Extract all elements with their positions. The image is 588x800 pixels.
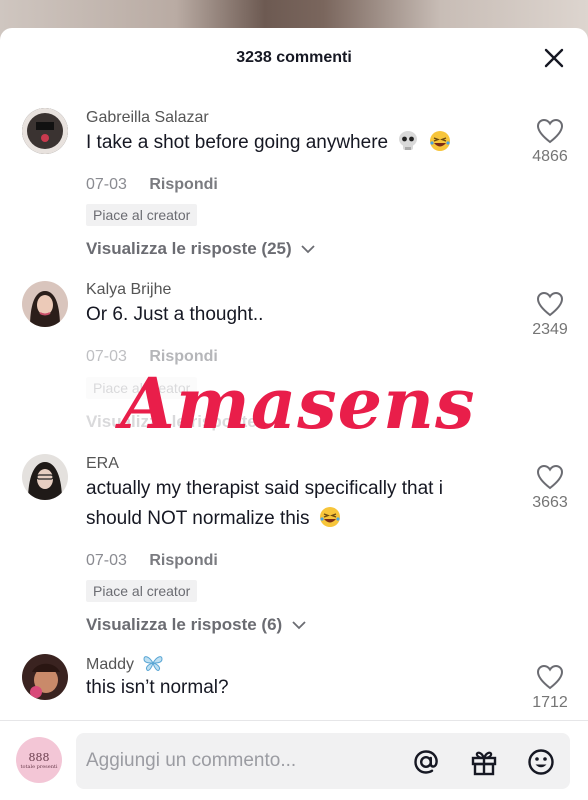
like-count: 1712 <box>532 694 568 711</box>
user-avatar[interactable]: 888 totale presenti <box>16 737 62 783</box>
view-replies-button[interactable]: Visualizza le risposte <box>86 412 257 432</box>
close-icon[interactable] <box>542 46 566 70</box>
comment-username[interactable]: Maddy <box>86 654 164 674</box>
gift-icon[interactable] <box>469 747 499 777</box>
comments-sheet: 3238 commenti Gabreilla Salazar I take a… <box>0 28 588 800</box>
chevron-down-icon <box>301 245 316 254</box>
comments-list: Gabreilla Salazar I take a shot before g… <box>0 88 588 718</box>
creator-liked-badge: Piace al creator <box>86 204 198 226</box>
like-control: 1712 <box>526 664 574 712</box>
comment-username[interactable]: Kalya Brijhe <box>86 281 171 299</box>
comment-meta: 07-03 Rispondi <box>86 348 218 366</box>
avatar-subtext: totale presenti <box>20 763 58 770</box>
comment-date: 07-03 <box>86 176 127 193</box>
comment-input-container <box>76 733 570 789</box>
heart-icon[interactable] <box>536 291 564 317</box>
sheet-header: 3238 commenti <box>0 28 588 88</box>
avatar[interactable] <box>22 454 68 500</box>
like-control: 2349 <box>526 291 574 339</box>
at-mention-icon[interactable] <box>411 747 441 777</box>
creator-liked-badge: Piace al creator <box>86 377 198 399</box>
avatar[interactable] <box>22 108 68 154</box>
comment-item: Gabreilla Salazar I take a shot before g… <box>0 108 588 268</box>
like-count: 2349 <box>532 321 568 338</box>
avatar[interactable] <box>22 654 68 700</box>
butterfly-emoji-icon <box>143 656 163 671</box>
view-replies-button[interactable]: Visualizza le risposte (25) <box>86 239 316 259</box>
like-control: 3663 <box>526 464 574 512</box>
heart-icon[interactable] <box>536 118 564 144</box>
skull-emoji-icon <box>399 131 418 150</box>
like-count: 3663 <box>532 494 568 511</box>
comment-input[interactable] <box>86 745 406 777</box>
comment-input-bar: 888 totale presenti <box>0 721 588 800</box>
heart-icon[interactable] <box>536 664 564 690</box>
comment-meta: 07-03 Rispondi <box>86 176 218 194</box>
comment-text: actually my therapist said specifically … <box>86 478 443 529</box>
comment-date: 07-03 <box>86 552 127 569</box>
laughing-emoji-icon <box>429 131 450 151</box>
comment-item: ERA actually my therapist said specifica… <box>0 454 588 644</box>
creator-liked-badge: Piace al creator <box>86 580 198 602</box>
like-control: 4866 <box>526 118 574 166</box>
reply-button[interactable]: Rispondi <box>149 348 217 365</box>
reply-button[interactable]: Rispondi <box>149 552 217 569</box>
avatar-text: 888 <box>28 750 50 764</box>
comment-text: this isn’t normal? <box>86 677 229 698</box>
avatar[interactable] <box>22 281 68 327</box>
comment-date: 07-03 <box>86 348 127 365</box>
reply-button[interactable]: Rispondi <box>149 176 217 193</box>
laughing-emoji-icon <box>319 507 340 527</box>
comment-username[interactable]: ERA <box>86 455 119 473</box>
heart-icon[interactable] <box>536 464 564 490</box>
comment-text: I take a shot before going anywhere <box>86 128 506 158</box>
comment-text: Or 6. Just a thought.. <box>86 304 264 325</box>
chevron-down-icon <box>292 621 306 630</box>
like-count: 4866 <box>532 148 568 165</box>
comments-count-title: 3238 commenti <box>236 49 352 66</box>
emoji-icon[interactable] <box>526 747 556 777</box>
comment-item: Kalya Brijhe Or 6. Just a thought.. 07-0… <box>0 281 588 441</box>
comment-item: Maddy this isn’t normal? 1712 <box>0 654 588 718</box>
comment-username[interactable]: Gabreilla Salazar <box>86 109 209 127</box>
comment-meta: 07-03 Rispondi <box>86 552 218 570</box>
view-replies-button[interactable]: Visualizza le risposte (6) <box>86 615 307 635</box>
